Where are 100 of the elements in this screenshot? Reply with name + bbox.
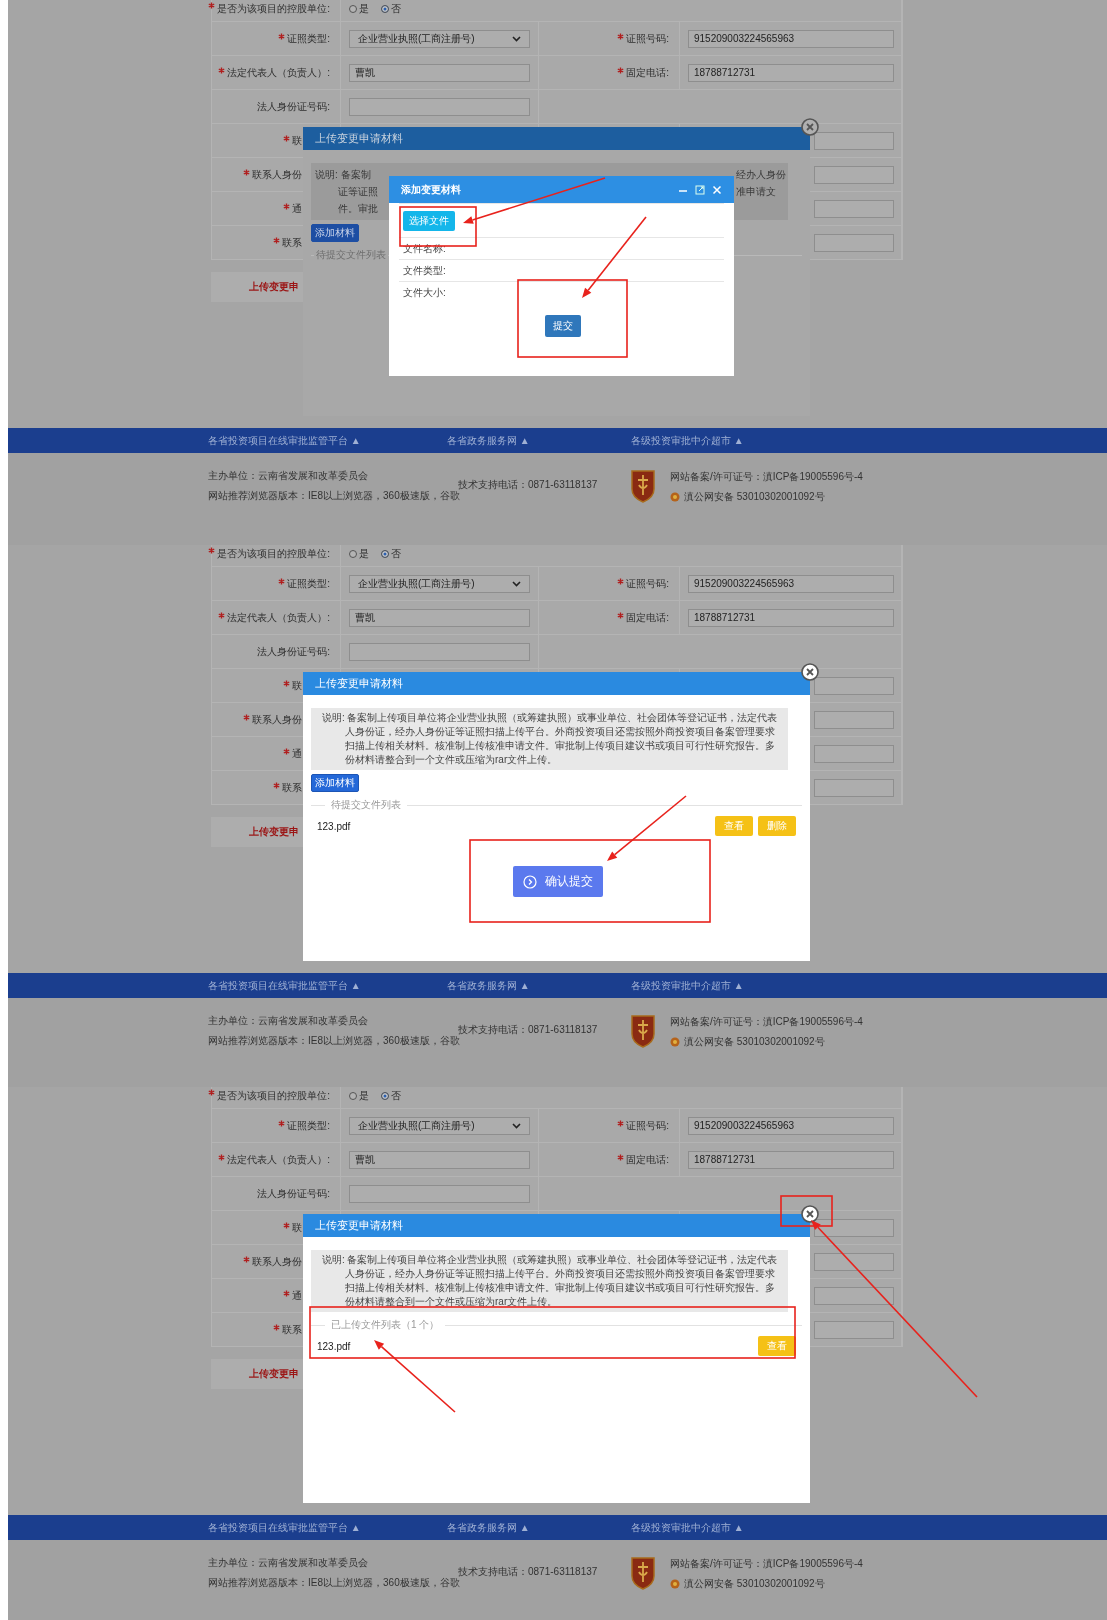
input-field[interactable]: 915209003224565963 <box>688 1116 894 1135</box>
radio-button[interactable] <box>381 550 389 558</box>
field-label: 通 <box>292 201 302 216</box>
field-label: 联系人身份 <box>252 167 302 182</box>
radio-button[interactable] <box>349 550 357 558</box>
field-label: 是否为该项目的控股单位: <box>217 547 330 561</box>
footer-link[interactable]: 各省投资项目在线审批监管平台 ▲ <box>208 978 447 993</box>
field-label: 证照类型: <box>287 31 330 46</box>
footer-text: 滇公网安备 53010302001092号 <box>684 1577 825 1591</box>
note-text: 说明: 备案制 <box>315 168 371 182</box>
input-field[interactable]: 18788712731 <box>688 608 894 627</box>
footer-text: 主办单位：云南省发展和改革委员会 <box>208 1556 369 1570</box>
field-label: 联系 <box>282 780 302 795</box>
radio-button[interactable] <box>381 1092 389 1100</box>
radio-button[interactable] <box>381 5 389 13</box>
input-field[interactable]: 曹凯 <box>349 1150 530 1169</box>
input-field[interactable] <box>814 233 894 252</box>
file-name: 123.pdf <box>317 820 351 832</box>
input-field[interactable] <box>814 199 894 218</box>
footer-link[interactable]: 各省政务服务网 ▲ <box>447 433 631 448</box>
field-label: 证照号码: <box>626 1118 669 1133</box>
footer-link[interactable]: 各省政务服务网 ▲ <box>447 1520 631 1535</box>
footer-link[interactable]: 各级投资审批中介超市 ▲ <box>631 1520 744 1535</box>
field-label: 联系人身份 <box>252 712 302 727</box>
input-field[interactable] <box>814 165 894 184</box>
input-field[interactable] <box>349 97 530 116</box>
field-label: 联 <box>292 1220 302 1235</box>
field-label: 证照类型: <box>287 1118 330 1133</box>
field-label: 证照类型: <box>287 576 330 591</box>
radio-label: 是 <box>359 1089 369 1103</box>
dropdown-field[interactable]: 企业营业执照(工商注册号) <box>349 1116 530 1135</box>
input-field[interactable]: 18788712731 <box>688 1150 894 1169</box>
chevron-circle-icon <box>523 874 537 889</box>
note-text: 准申请文 <box>736 185 776 199</box>
input-field[interactable] <box>349 1184 530 1203</box>
input-field[interactable] <box>349 642 530 661</box>
field-label: 文件大小: <box>403 285 446 300</box>
close-icon <box>801 118 819 136</box>
field-label: 联系 <box>282 235 302 250</box>
note-text: 备案制上传项目单位将企业营业执照（或筹建执照）或事业单位、社会团体等登记证书，法定代表人身份证，经办人身份证等证照扫描上传平台。外商投资项目还需按照外商投资项目备案管理要求扫描上传相关材料。核准制上传核准申请文件。审批制上传项目建议书或项目可行性研究报告。多份材料请整合到一个文件或压缩为rar文件上传。 <box>345 1254 777 1307</box>
field-label: 固定电话: <box>626 65 669 80</box>
input-field[interactable] <box>814 1286 894 1305</box>
field-label: 通 <box>292 1288 302 1303</box>
input-field[interactable] <box>814 778 894 797</box>
note-label: 说明: <box>322 1254 345 1265</box>
input-field[interactable] <box>814 744 894 763</box>
field-label: 联系 <box>282 1322 302 1337</box>
footer-link[interactable]: 各省投资项目在线审批监管平台 ▲ <box>208 433 447 448</box>
input-field[interactable] <box>814 131 894 150</box>
add-material-button[interactable]: 添加材料 <box>311 774 359 792</box>
field-label: 证照号码: <box>626 576 669 591</box>
footer-text: 网站备案/许可证号：滇ICP备19005596号-4 <box>670 1015 863 1029</box>
confirm-submit-button[interactable]: 确认提交 <box>513 866 603 897</box>
highlight-rectangle <box>780 1195 833 1227</box>
input-field[interactable] <box>814 1320 894 1339</box>
section-title: 上传变更申 <box>249 280 299 294</box>
shield-emblem-icon <box>630 469 656 503</box>
radio-button[interactable] <box>349 1092 357 1100</box>
shield-emblem-icon <box>630 1556 656 1590</box>
dropdown-field[interactable]: 企业营业执照(工商注册号) <box>349 29 530 48</box>
submit-button[interactable]: 提交 <box>545 315 581 337</box>
radio-label: 否 <box>391 1089 401 1103</box>
file-name: 123.pdf <box>317 1340 351 1352</box>
footer-link[interactable]: 各级投资审批中介超市 ▲ <box>631 978 744 993</box>
input-field[interactable]: 18788712731 <box>688 63 894 82</box>
file-list-legend: 待提交文件列表 <box>331 798 401 812</box>
dropdown-field[interactable]: 企业营业执照(工商注册号) <box>349 574 530 593</box>
field-label: 法定代表人（负责人）: <box>227 610 330 625</box>
field-label: 是否为该项目的控股单位: <box>217 2 330 16</box>
footer-text: 网站推荐浏览器版本：IE8以上浏览器，360极速版，谷歌 <box>208 1035 458 1048</box>
footer-link[interactable]: 各级投资审批中介超市 ▲ <box>631 433 744 448</box>
field-label: 是否为该项目的控股单位: <box>217 1089 330 1103</box>
input-field[interactable] <box>814 710 894 729</box>
input-field[interactable]: 曹凯 <box>349 608 530 627</box>
field-label: 证照号码: <box>626 31 669 46</box>
radio-button[interactable] <box>349 5 357 13</box>
badge-icon <box>670 492 680 502</box>
input-field[interactable] <box>814 676 894 695</box>
field-label: 固定电话: <box>626 1152 669 1167</box>
footer-text: 网站推荐浏览器版本：IE8以上浏览器，360极速版，谷歌 <box>208 490 458 503</box>
close-icon <box>801 663 819 681</box>
dialog-title: 上传变更申请材料 <box>315 131 403 146</box>
add-material-button[interactable]: 添加材料 <box>311 224 359 242</box>
radio-label: 是 <box>359 2 369 16</box>
note-text: 件。审批 <box>337 202 378 216</box>
field-label: 通 <box>292 746 302 761</box>
dialog-title: 上传变更申请材料 <box>315 676 403 691</box>
close-icon <box>712 184 722 195</box>
input-field[interactable] <box>814 1252 894 1271</box>
footer-link[interactable]: 各省投资项目在线审批监管平台 ▲ <box>208 1520 447 1535</box>
field-label: 固定电话: <box>626 610 669 625</box>
input-field[interactable] <box>814 1218 894 1237</box>
note-label: 说明: <box>322 712 345 723</box>
field-label: 法人身份证号码: <box>257 1186 330 1201</box>
footer-link[interactable]: 各省政务服务网 ▲ <box>447 978 631 993</box>
input-field[interactable]: 曹凯 <box>349 63 530 82</box>
footer-text: 主办单位：云南省发展和改革委员会 <box>208 1014 369 1028</box>
radio-label: 是 <box>359 547 369 561</box>
input-field[interactable]: 915209003224565963 <box>688 574 894 593</box>
input-field[interactable]: 915209003224565963 <box>688 29 894 48</box>
